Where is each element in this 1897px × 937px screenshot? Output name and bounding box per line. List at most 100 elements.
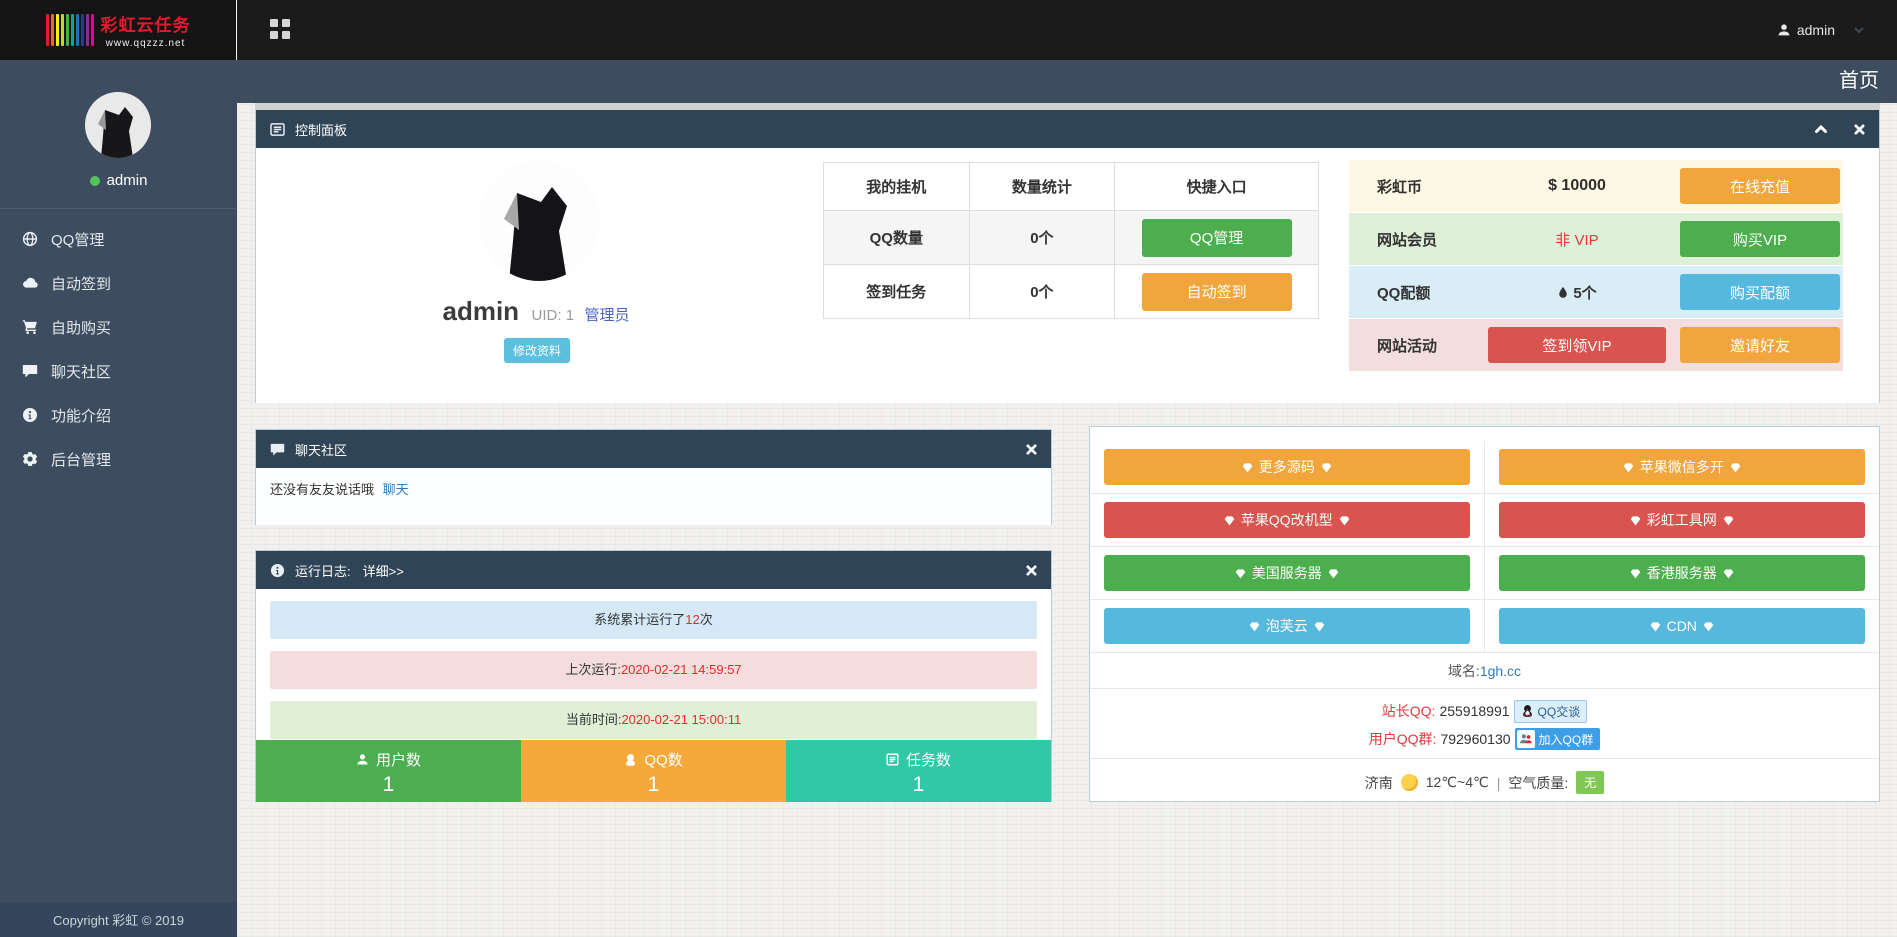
- gem-icon: [1723, 515, 1734, 526]
- air-quality-badge: 无: [1576, 771, 1604, 794]
- control-panel: 控制面板 admin UID: 1 管理员: [255, 110, 1880, 403]
- app-header: 彩虹云任务 www.qqzzz.net admin: [0, 0, 1897, 60]
- gem-icon: [1321, 462, 1332, 473]
- close-icon[interactable]: [1026, 444, 1037, 455]
- droplet-icon: [1557, 286, 1569, 300]
- domain-label: 域名:: [1448, 663, 1480, 679]
- link-button[interactable]: 香港服务器: [1499, 555, 1866, 591]
- invite-friends-button[interactable]: 邀请好友: [1680, 327, 1840, 363]
- weather-divider: |: [1497, 775, 1501, 791]
- webmaster-qq-number: 255918991: [1439, 703, 1509, 719]
- stat-label: QQ数: [644, 749, 682, 770]
- qq-manage-button[interactable]: QQ管理: [1142, 219, 1292, 257]
- user-menu[interactable]: admin: [1777, 0, 1835, 60]
- sidebar-avatar[interactable]: [85, 92, 151, 158]
- table-row: QQ配额 5个 购买配额: [1349, 266, 1843, 319]
- comment-icon: [270, 442, 285, 457]
- user-qq-group-number: 792960130: [1440, 731, 1510, 747]
- row-label: QQ配额: [1349, 282, 1477, 303]
- links-grid: 更多源码 苹果微信多开 苹果QQ改机型 彩虹工具网: [1090, 427, 1879, 653]
- buy-quota-button[interactable]: 购买配额: [1680, 274, 1840, 310]
- sidebar-item-label: QQ管理: [51, 229, 104, 250]
- gem-icon: [1339, 515, 1350, 526]
- recharge-button[interactable]: 在线充值: [1680, 168, 1840, 204]
- air-quality-label: 空气质量:: [1508, 773, 1568, 793]
- signin-vip-button[interactable]: 签到领VIP: [1488, 327, 1666, 363]
- sidebar-item-admin-backend[interactable]: 后台管理: [0, 437, 237, 481]
- info-icon: [22, 407, 39, 423]
- row-count: 0个: [969, 265, 1115, 319]
- sidebar-toggle-grid-icon[interactable]: [270, 19, 292, 41]
- chat-empty-text: 还没有友友说话哦: [270, 482, 374, 497]
- qq-talk-button[interactable]: QQ交谈: [1514, 700, 1588, 723]
- log-current-time: 当前时间:2020-02-21 15:00:11: [270, 701, 1037, 739]
- row-label: 网站活动: [1349, 335, 1477, 356]
- sidebar-item-auto-signin[interactable]: 自动签到: [0, 261, 237, 305]
- weather-row: 济南 12℃~4℃ | 空气质量: 无: [1090, 759, 1879, 806]
- link-button[interactable]: 美国服务器: [1104, 555, 1470, 591]
- link-button[interactable]: 更多源码: [1104, 449, 1470, 485]
- user-icon: [356, 753, 369, 766]
- stat-label: 用户数: [376, 749, 421, 770]
- logo-rainbow-bars-icon: [46, 14, 94, 46]
- qq-contact-block: 站长QQ: 255918991 QQ交谈 用户QQ群: 792960130 加入…: [1090, 689, 1879, 759]
- link-button[interactable]: 苹果微信多开: [1499, 449, 1866, 485]
- collapse-chevron-up-icon[interactable]: [1814, 124, 1828, 134]
- task-list-icon: [886, 753, 899, 766]
- profile-uid-label: UID:: [532, 307, 562, 324]
- gem-icon: [1235, 568, 1246, 579]
- link-button[interactable]: 泡芙云: [1104, 608, 1470, 644]
- online-status-icon: [90, 176, 100, 186]
- close-icon[interactable]: [1854, 124, 1865, 135]
- gem-icon: [1630, 568, 1641, 579]
- row-label: QQ数量: [824, 211, 970, 265]
- chevron-down-icon[interactable]: [1853, 25, 1865, 35]
- sidebar-item-chat-community[interactable]: 聊天社区: [0, 349, 237, 393]
- qq-penguin-icon: [1521, 704, 1534, 718]
- qq-penguin-icon: [624, 753, 637, 767]
- gem-icon: [1730, 462, 1741, 473]
- vip-status: 非 VIP: [1477, 229, 1677, 250]
- column-header: 快捷入口: [1115, 163, 1319, 211]
- edit-profile-button[interactable]: 修改资料: [504, 338, 570, 363]
- sidebar-item-label: 自动签到: [51, 273, 111, 294]
- auto-signin-button[interactable]: 自动签到: [1142, 273, 1292, 311]
- log-panel-title: 运行日志:: [295, 561, 351, 580]
- logo[interactable]: 彩虹云任务 www.qqzzz.net: [0, 0, 237, 60]
- sidebar-item-self-buy[interactable]: 自助购买: [0, 305, 237, 349]
- stat-users: 用户数 1: [256, 740, 521, 802]
- table-header-row: 我的挂机 数量统计 快捷入口: [824, 163, 1319, 211]
- sidebar-menu: QQ管理 自动签到 自助购买 聊天社区 功能介绍: [0, 208, 237, 481]
- comment-icon: [22, 363, 39, 379]
- user-icon: [1777, 23, 1791, 37]
- chat-panel-header: 聊天社区: [256, 430, 1051, 468]
- profile-role-link[interactable]: 管理员: [584, 307, 629, 324]
- gem-icon: [1242, 462, 1253, 473]
- domain-link[interactable]: 1gh.cc: [1480, 663, 1521, 679]
- table-row: 签到任务 0个 自动签到: [824, 265, 1319, 319]
- link-button[interactable]: 彩虹工具网: [1499, 502, 1866, 538]
- logo-subtitle: www.qqzzz.net: [101, 38, 191, 49]
- sidebar-item-label: 自助购买: [51, 317, 111, 338]
- link-button[interactable]: 苹果QQ改机型: [1104, 502, 1470, 538]
- sidebar-username: admin: [0, 172, 237, 189]
- qq-quota: 5个: [1477, 282, 1677, 303]
- close-icon[interactable]: [1026, 565, 1037, 576]
- tab-home[interactable]: 首页: [1839, 60, 1879, 103]
- coin-balance: $ 10000: [1477, 177, 1677, 195]
- link-button[interactable]: CDN: [1499, 608, 1866, 644]
- log-last-run: 上次运行:2020-02-21 14:59:57: [270, 651, 1037, 689]
- buy-vip-button[interactable]: 购买VIP: [1680, 221, 1840, 257]
- gem-icon: [1328, 568, 1339, 579]
- sidebar-item-label: 聊天社区: [51, 361, 111, 382]
- sidebar-item-qq-manage[interactable]: QQ管理: [0, 217, 237, 261]
- gear-icon: [22, 451, 39, 467]
- sun-icon: [1401, 774, 1418, 791]
- log-detail-link[interactable]: 详细>>: [363, 561, 404, 580]
- sidebar: admin QQ管理 自动签到 自助购买 聊天社区: [0, 60, 237, 937]
- gem-icon: [1723, 568, 1734, 579]
- links-panel: 更多源码 苹果微信多开 苹果QQ改机型 彩虹工具网: [1089, 426, 1880, 802]
- chat-link[interactable]: 聊天: [383, 482, 409, 497]
- join-qq-group-button[interactable]: 加入QQ群: [1515, 728, 1601, 750]
- sidebar-item-features[interactable]: 功能介绍: [0, 393, 237, 437]
